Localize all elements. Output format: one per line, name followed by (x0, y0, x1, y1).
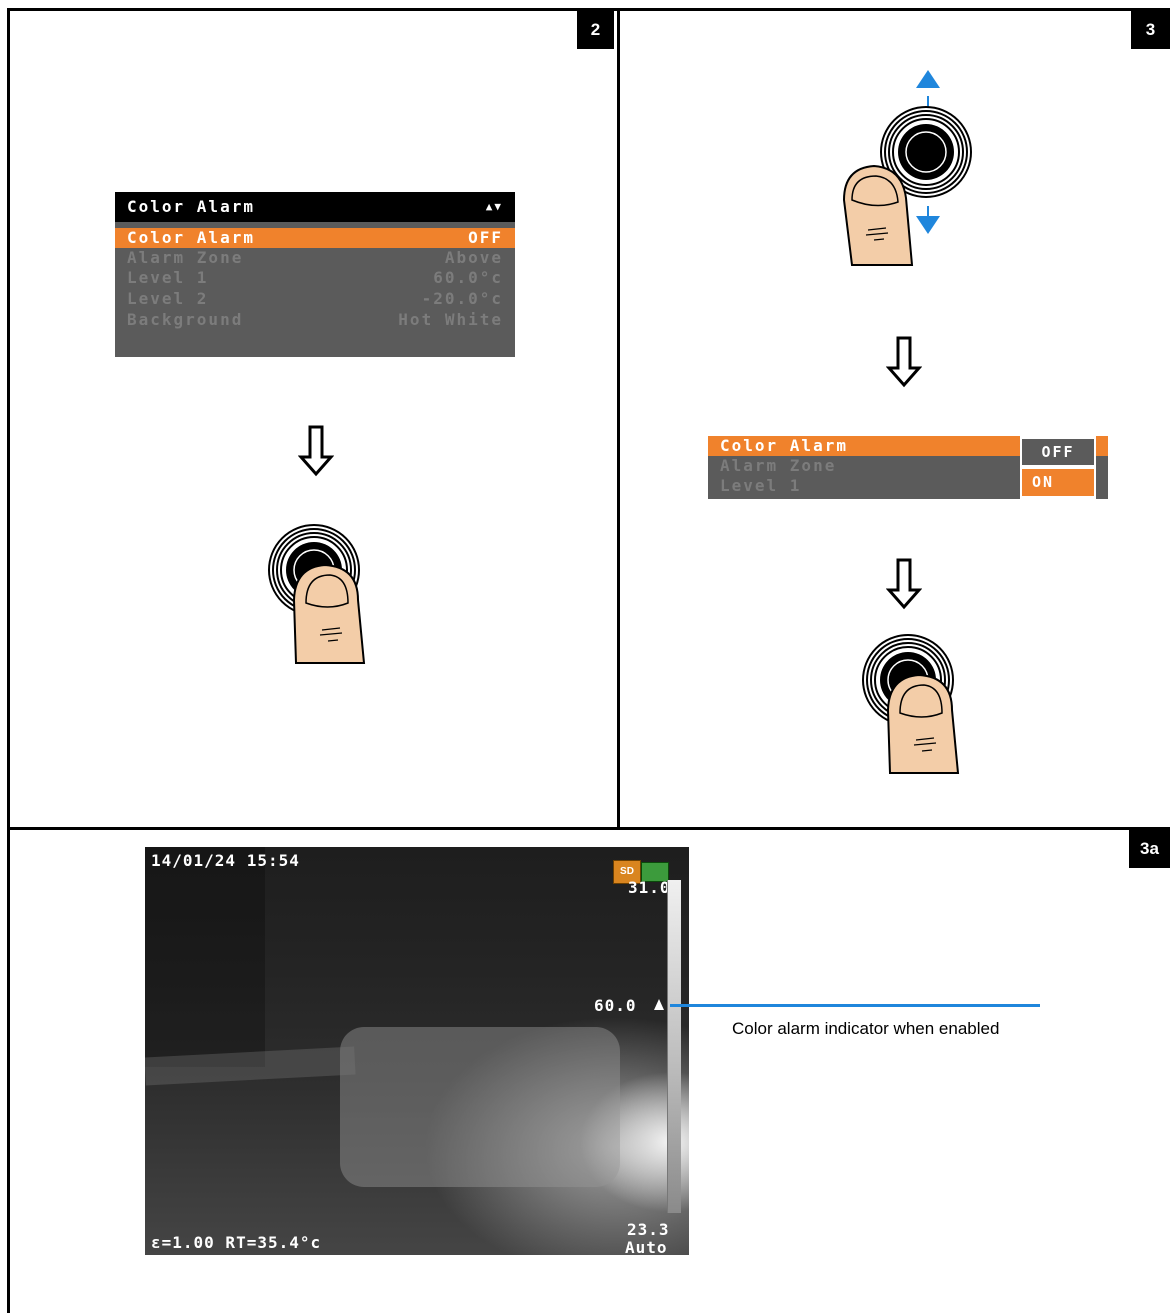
callout-text: Color alarm indicator when enabled (732, 1019, 1000, 1038)
menu-row-value: 60.0°c (433, 268, 503, 287)
menu-row-background[interactable]: Background Hot White (115, 310, 515, 330)
down-arrow-icon (886, 336, 922, 388)
panel-divider-vertical (617, 8, 620, 830)
scale-min: 23.3 (627, 1220, 670, 1239)
joystick-press-icon (268, 524, 366, 664)
temperature-scale-bar (667, 880, 681, 1213)
up-arrow-icon (916, 70, 940, 88)
option-list: OFF ON (1020, 436, 1096, 499)
menu-row-value: Above (444, 248, 503, 267)
menu-row-level-1[interactable]: Level 1 60.0°c (115, 268, 515, 288)
background-shadow (145, 847, 265, 1067)
color-alarm-popup: Color Alarm Alarm Zone Level 1 OFF ON (708, 436, 1108, 499)
down-arrow-icon (886, 558, 922, 610)
down-arrow-blue-icon (916, 216, 940, 234)
updown-icon: ▲▼ (485, 200, 503, 213)
option-off[interactable]: OFF (1022, 439, 1094, 465)
date-time-readout: 14/01/24 15:54 (151, 851, 300, 870)
menu-row-label: Alarm Zone (127, 248, 244, 267)
thermal-image (145, 847, 689, 1255)
step-badge-2: 2 (577, 11, 614, 49)
menu-row-color-alarm[interactable]: Color Alarm OFF (115, 228, 515, 248)
menu-row-label: Level 1 (127, 268, 209, 287)
option-on[interactable]: ON (1022, 469, 1094, 496)
joystick-scroll-icon (842, 70, 972, 266)
menu-row-value: Hot White (398, 310, 503, 329)
alarm-indicator-icon (654, 999, 664, 1010)
menu-title: Color Alarm (127, 197, 255, 216)
color-alarm-menu: Color Alarm ▲▼ Color Alarm OFF Alarm Zon… (115, 192, 515, 357)
menu-row-value: -20.0°c (421, 289, 503, 308)
popup-row-label: Alarm Zone (720, 456, 837, 475)
menu-row-alarm-zone[interactable]: Alarm Zone Above (115, 248, 515, 268)
menu-row-level-2[interactable]: Level 2 -20.0°c (115, 289, 515, 309)
emissivity-readout: ε=1.00 RT=35.4°c (151, 1233, 322, 1252)
callout-leader-line (670, 1004, 1040, 1007)
menu-row-label: Color Alarm (127, 228, 255, 247)
step-badge-3a: 3a (1129, 830, 1170, 868)
alarm-level-value: 60.0 (594, 996, 637, 1015)
scale-max: 31.0 (628, 878, 671, 897)
step-badge-3: 3 (1131, 11, 1170, 49)
menu-row-label: Background (127, 310, 244, 329)
popup-row-label: Color Alarm (720, 436, 848, 455)
panel-divider-horizontal (7, 827, 1170, 830)
menu-row-label: Level 2 (127, 289, 209, 308)
down-arrow-icon (298, 425, 334, 477)
menu-title-bar: Color Alarm ▲▼ (115, 192, 515, 222)
heated-object (340, 1027, 620, 1187)
popup-row-label: Level 1 (720, 476, 802, 495)
joystick-press-icon (862, 634, 960, 774)
menu-row-value: OFF (468, 228, 503, 247)
range-mode: Auto (625, 1238, 668, 1257)
